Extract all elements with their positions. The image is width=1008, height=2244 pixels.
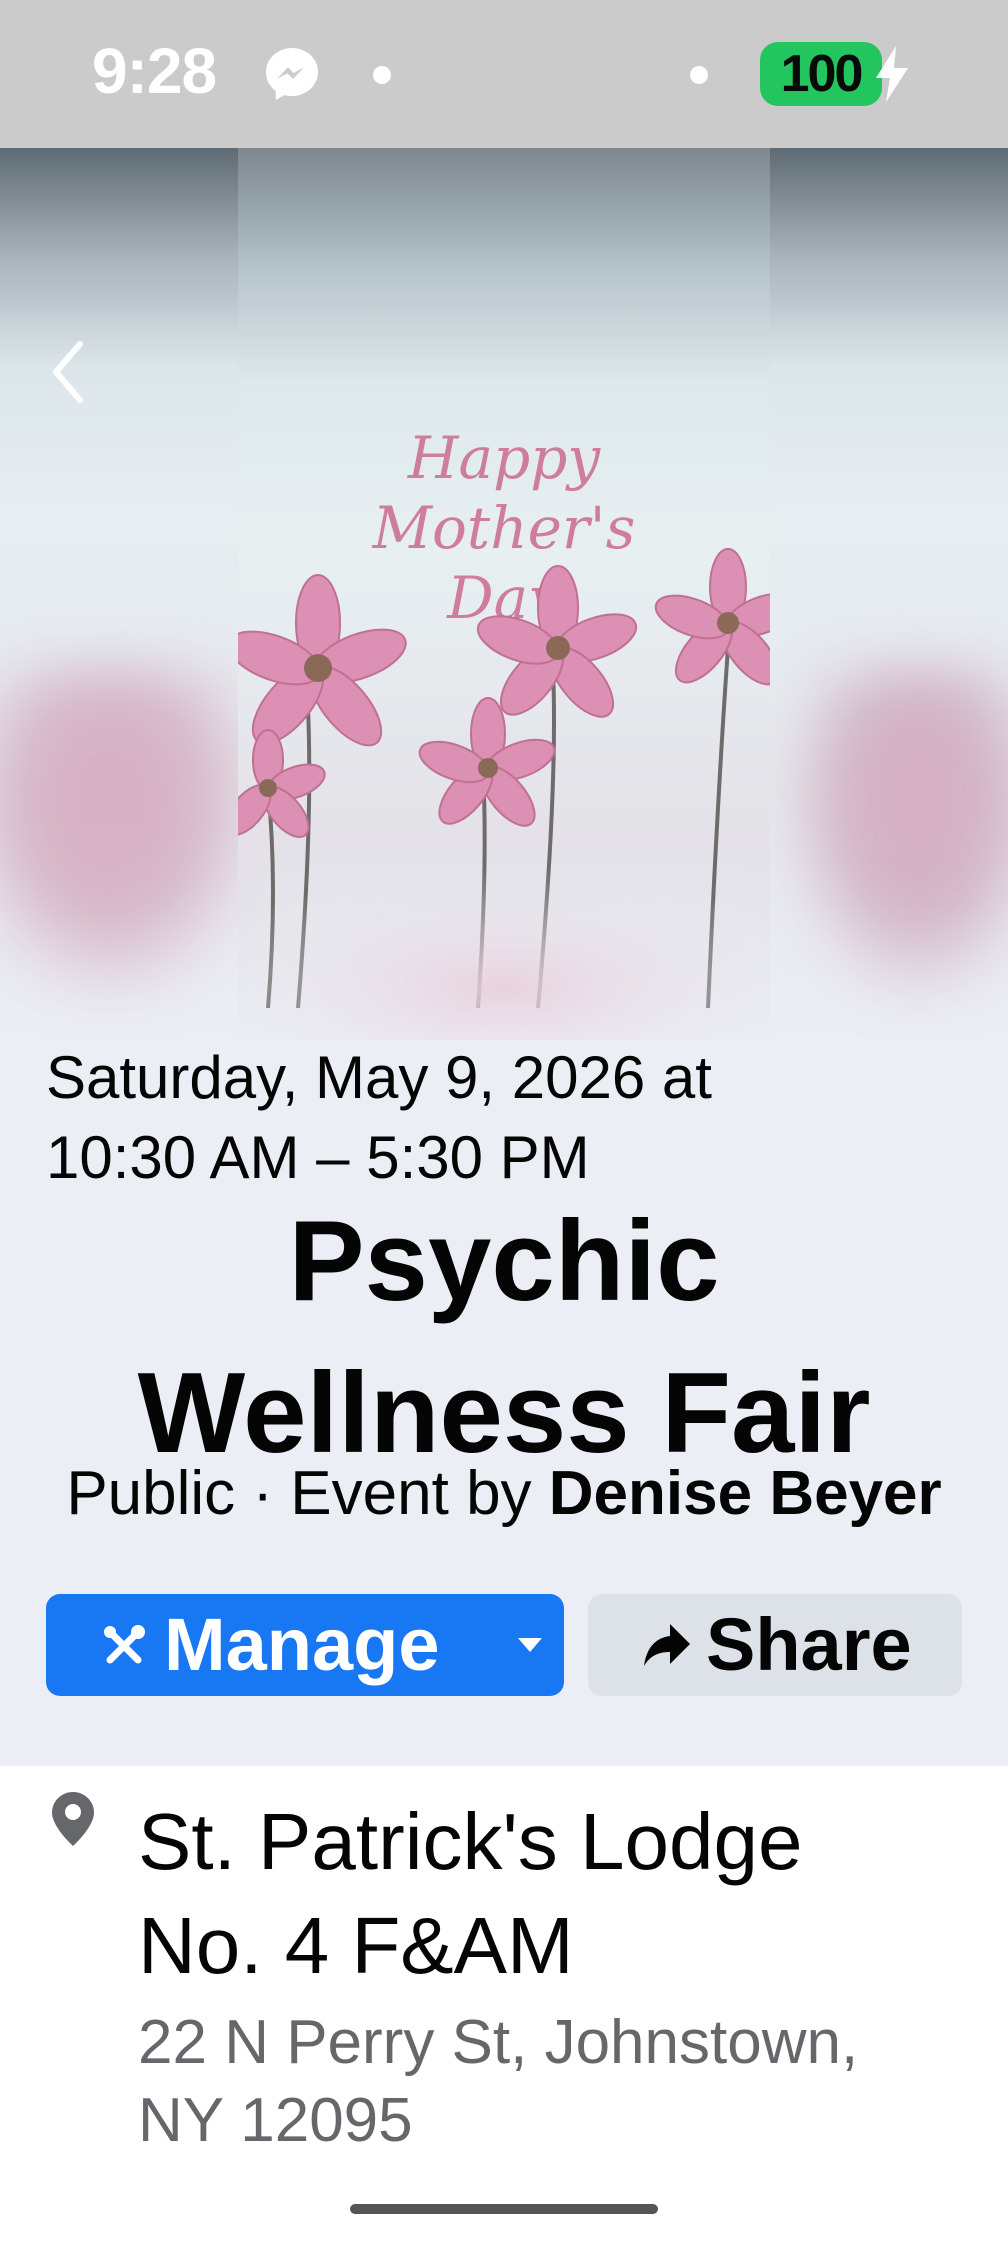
caret-down-icon <box>518 1638 542 1652</box>
status-time: 9:28 <box>92 35 217 107</box>
notification-dot <box>373 66 391 84</box>
back-chevron-icon[interactable] <box>40 324 96 420</box>
share-arrow-icon <box>644 1624 690 1666</box>
manage-label: Manage <box>164 1603 440 1686</box>
manage-button[interactable]: Manage <box>46 1594 564 1696</box>
privacy-label: Public <box>66 1459 236 1528</box>
flowers-illustration: Happy Mother's Day <box>184 424 824 1060</box>
battery-indicator: 100 <box>760 42 882 106</box>
status-dot <box>690 66 708 84</box>
host-name-link[interactable]: Denise Beyer <box>549 1459 942 1528</box>
poster-text-line1: Happy <box>407 424 601 492</box>
event-date-time: Saturday, May 9, 2026 at 10:30 AM – 5:30… <box>46 1044 712 1191</box>
charging-bolt-icon <box>876 46 908 102</box>
event-subline: Public · Event by Denise Beyer <box>0 1454 1008 1534</box>
event-title: Psychic Wellness Fair <box>137 1198 871 1477</box>
poster-text-line2: Mother's <box>372 494 636 562</box>
separator-dot: · <box>235 1459 291 1528</box>
tools-icon <box>104 1625 145 1664</box>
host-prefix: Event by <box>290 1459 549 1528</box>
cover-blur-right <box>788 668 1008 998</box>
share-button[interactable]: Share <box>588 1594 962 1696</box>
venue-name[interactable]: St. Patrick's Lodge No. 4 F&AM <box>138 1790 978 1998</box>
messenger-icon <box>266 48 318 100</box>
home-indicator[interactable] <box>350 2204 658 2214</box>
location-pin-icon <box>52 1792 94 1846</box>
share-label: Share <box>706 1603 912 1686</box>
cover-blur-left <box>0 668 260 998</box>
event-cover-photo[interactable]: Happy Mother's Day <box>0 148 1008 1060</box>
cover-poster: Happy Mother's Day <box>184 148 824 1060</box>
status-bar: 9:28 100 <box>0 0 1008 148</box>
venue-address: 22 N Perry St, Johnstown, NY 12095 <box>138 2008 859 2155</box>
